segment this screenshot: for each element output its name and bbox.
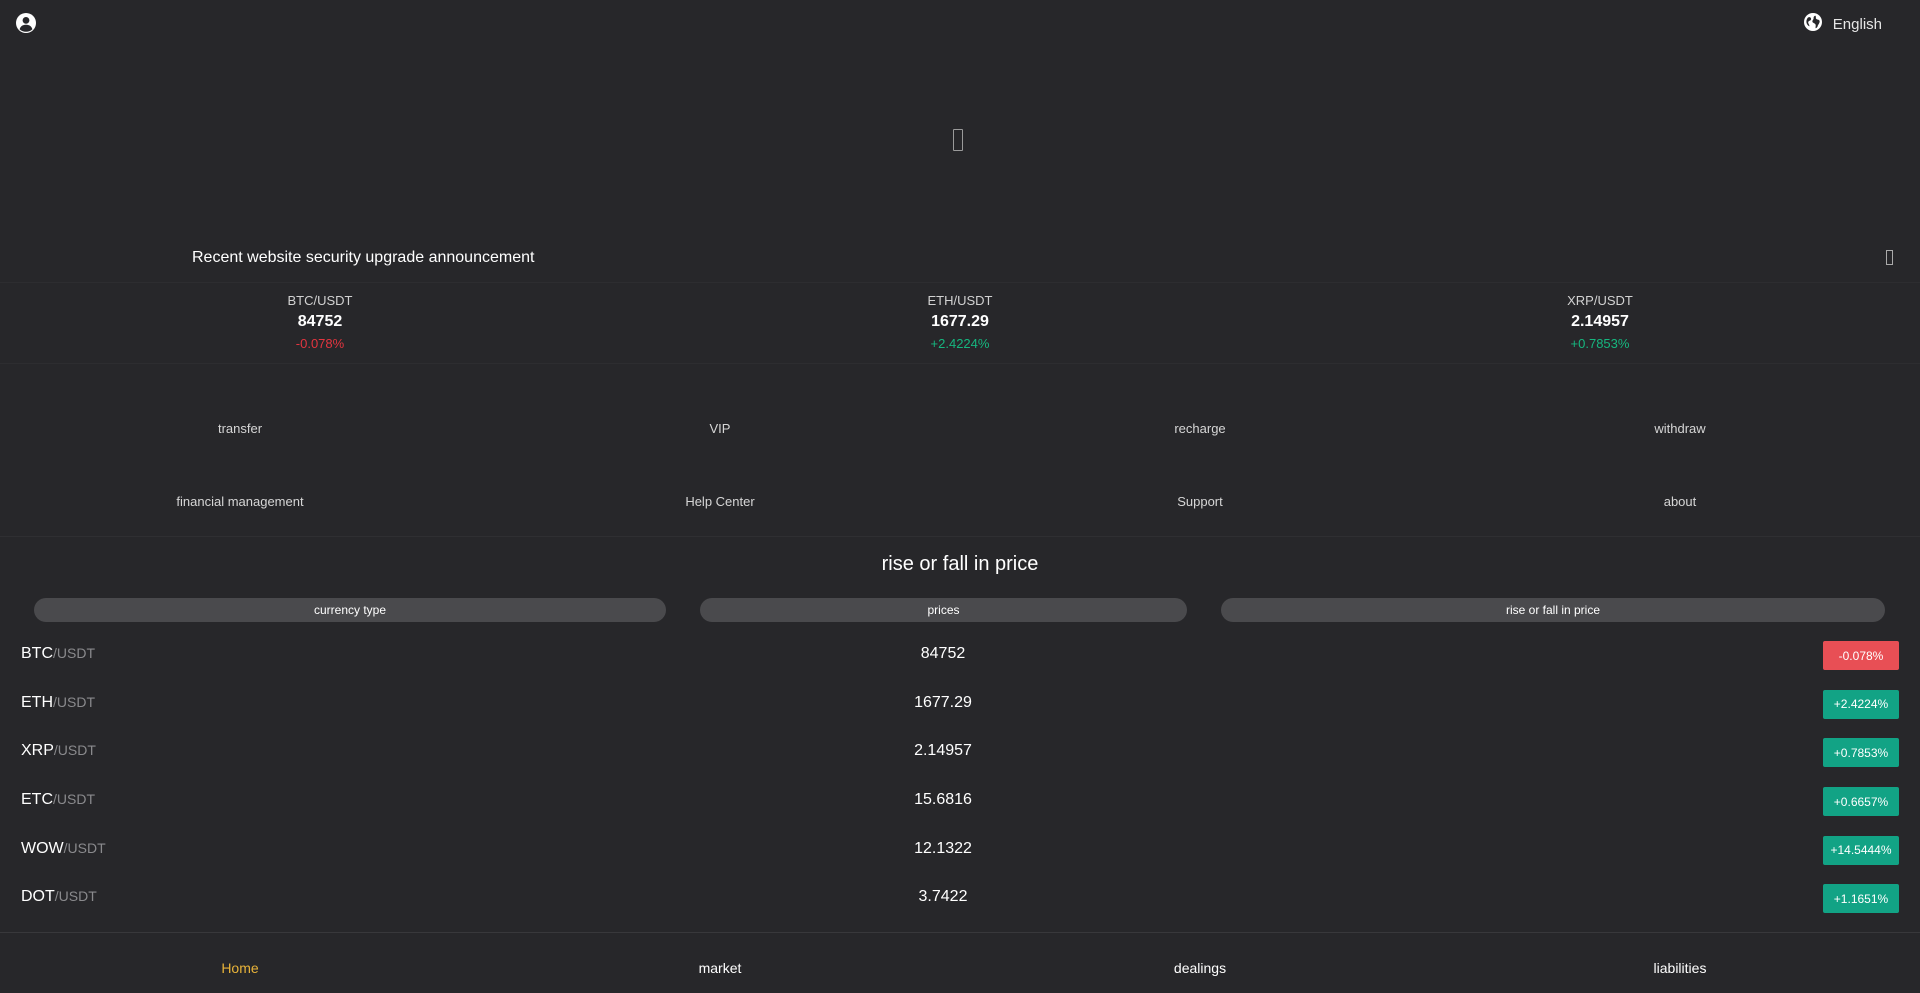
menu-item-withdraw[interactable]: withdraw <box>1440 396 1920 469</box>
change-badge: +2.4224% <box>1823 689 1899 719</box>
ticker-btc[interactable]: BTC/USDT 84752 -0.078% <box>0 283 640 363</box>
column-header-prices[interactable]: prices <box>700 598 1187 622</box>
row-price: 1677.29 <box>914 693 972 711</box>
ticker-change: +0.7853% <box>1570 336 1630 351</box>
row-price: 12.1322 <box>914 839 972 857</box>
market-list: BTC/USDT 84752 -0.078% ETH/USDT 1677.29 … <box>0 630 1920 922</box>
globe-icon <box>1803 12 1823 37</box>
nav-liabilities[interactable]: liabilities <box>1440 933 1920 993</box>
ticker-price: 84752 <box>297 313 343 330</box>
menu-item-financial-management[interactable]: financial management <box>0 469 480 542</box>
row-quote: /USDT <box>53 791 95 808</box>
nav-market[interactable]: market <box>480 933 960 993</box>
ticker-eth[interactable]: ETH/USDT 1677.29 +2.4224% <box>640 283 1280 363</box>
row-quote: /USDT <box>63 839 106 856</box>
language-selector[interactable]: English <box>1803 12 1882 37</box>
market-row[interactable]: DOT/USDT 3.7422 +1.1651% <box>0 873 1920 922</box>
change-badge: +1.1651% <box>1823 884 1899 914</box>
ticker-change: +2.4224% <box>930 336 990 351</box>
row-symbol: XRP/USDT <box>21 742 96 760</box>
ticker-xrp[interactable]: XRP/USDT 2.14957 +0.7853% <box>1280 283 1920 363</box>
market-row[interactable]: BTC/USDT 84752 -0.078% <box>0 630 1920 679</box>
row-price: 84752 <box>920 645 966 662</box>
menu-item-recharge[interactable]: recharge <box>960 396 1440 469</box>
menu-item-transfer[interactable]: transfer <box>0 396 480 469</box>
ticker-strip: BTC/USDT 84752 -0.078% ETH/USDT 1677.29 … <box>0 282 1920 364</box>
nav-home[interactable]: Home <box>0 933 480 993</box>
row-quote: /USDT <box>53 645 95 661</box>
row-base: BTC <box>21 645 53 662</box>
ticker-change: -0.078% <box>295 336 345 351</box>
ticker-pair: XRP/USDT <box>1567 293 1633 308</box>
row-symbol: DOT/USDT <box>21 888 97 906</box>
row-symbol: BTC/USDT <box>21 645 95 663</box>
market-row[interactable]: ETC/USDT 15.6816 +0.6657% <box>0 776 1920 825</box>
row-price: 3.7422 <box>918 888 968 906</box>
change-badge: +0.6657% <box>1823 787 1899 817</box>
change-badge: -0.078% <box>1823 641 1899 670</box>
row-price: 15.6816 <box>914 791 972 809</box>
row-quote: /USDT <box>53 742 96 759</box>
page: English Recent website security upgrade … <box>0 0 1920 993</box>
row-base: DOT <box>21 888 55 906</box>
bottom-nav: Home market dealings liabilities <box>0 932 1920 993</box>
row-symbol: ETH/USDT <box>21 694 95 712</box>
row-symbol: WOW/USDT <box>21 840 106 858</box>
nav-dealings[interactable]: dealings <box>960 933 1440 993</box>
row-base: ETH <box>21 693 53 711</box>
top-bar: English <box>0 0 1920 44</box>
banner[interactable] <box>0 50 1920 240</box>
row-quote: /USDT <box>53 693 95 710</box>
user-circle-icon[interactable] <box>15 12 37 34</box>
menu-item-support[interactable]: Support <box>960 469 1440 542</box>
more-icon[interactable] <box>1886 250 1893 265</box>
market-row[interactable]: WOW/USDT 12.1322 +14.5444% <box>0 825 1920 874</box>
row-base: WOW <box>21 839 64 857</box>
ticker-pair: BTC/USDT <box>287 293 353 308</box>
column-header-currency-type[interactable]: currency type <box>34 598 666 622</box>
column-header-change[interactable]: rise or fall in price <box>1221 598 1885 622</box>
change-badge: +14.5444% <box>1823 835 1899 865</box>
menu-item-about[interactable]: about <box>1440 469 1920 542</box>
row-quote: /USDT <box>54 888 97 905</box>
language-label: English <box>1832 16 1882 33</box>
quick-menu: transfer VIP recharge withdraw financial… <box>0 396 1920 537</box>
ticker-pair: ETH/USDT <box>927 293 993 308</box>
menu-item-help-center[interactable]: Help Center <box>480 469 960 542</box>
market-row[interactable]: XRP/USDT 2.14957 +0.7853% <box>0 727 1920 776</box>
change-badge: +0.7853% <box>1823 738 1899 768</box>
row-base: XRP <box>21 742 54 760</box>
row-symbol: ETC/USDT <box>21 791 95 809</box>
notice-text[interactable]: Recent website security upgrade announce… <box>192 249 534 267</box>
ticker-price: 1677.29 <box>931 313 989 330</box>
menu-item-vip[interactable]: VIP <box>480 396 960 469</box>
row-base: ETC <box>21 791 53 809</box>
row-price: 2.14957 <box>914 742 972 760</box>
market-row[interactable]: ETH/USDT 1677.29 +2.4224% <box>0 679 1920 728</box>
broken-image-icon <box>953 129 963 151</box>
notice-bar[interactable]: Recent website security upgrade announce… <box>0 243 1920 275</box>
ticker-price: 2.14957 <box>1571 313 1629 330</box>
market-section-title: rise or fall in price <box>881 553 1039 575</box>
